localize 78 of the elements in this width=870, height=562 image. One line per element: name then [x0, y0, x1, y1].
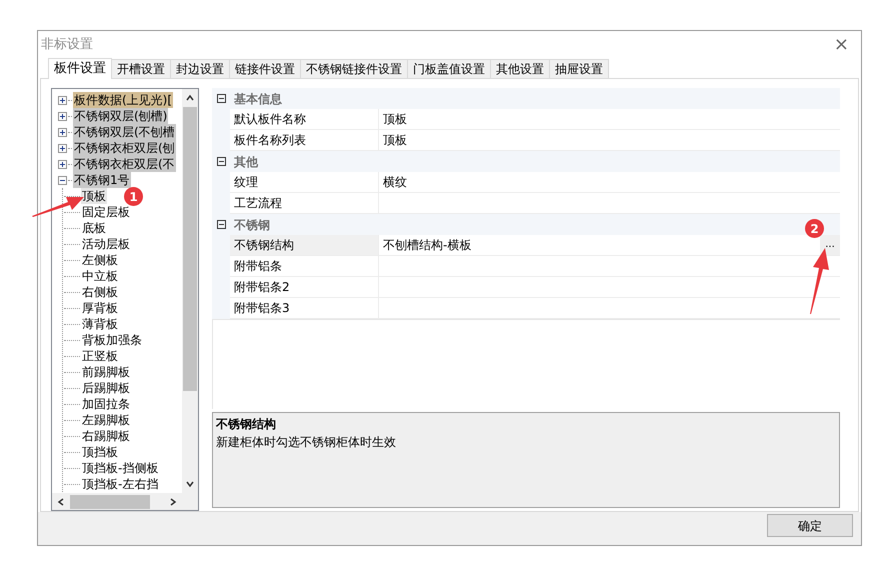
tree-item[interactable]: 不锈钢衣柜双层(不 — [73, 156, 176, 172]
tree-item[interactable]: 固定层板 — [81, 204, 131, 220]
description-text: 新建柜体时勾选不锈钢柜体时生效 — [216, 434, 397, 451]
tree-item[interactable]: 不锈钢双层(刨槽) — [73, 108, 168, 124]
value-cell[interactable]: 横纹 — [379, 172, 840, 193]
tree-item[interactable]: 加固拉条 — [81, 396, 131, 412]
property-name[interactable]: 附带铝条 — [230, 256, 379, 277]
property-name[interactable]: 不锈钢结构 — [230, 235, 379, 256]
tree-item[interactable]: 薄背板 — [81, 316, 119, 332]
value-cell[interactable]: 不刨槽结构-横板 ... — [379, 235, 840, 256]
tree-item[interactable]: 厚背板 — [81, 300, 119, 316]
property-name[interactable]: 纹理 — [230, 172, 379, 193]
tree-item[interactable]: 顶挡板-挡侧板 — [81, 460, 160, 476]
property-value[interactable]: 顶板 — [379, 131, 407, 149]
scroll-down-icon[interactable] — [185, 479, 195, 489]
property-value[interactable]: 不刨槽结构-横板 — [379, 236, 472, 254]
expand-icon[interactable] — [58, 144, 67, 152]
property-value[interactable]: 顶板 — [379, 110, 407, 128]
category-label[interactable]: 其他 — [230, 152, 258, 170]
category-label[interactable]: 基本信息 — [230, 90, 282, 108]
tab[interactable]: 链接件设置 — [230, 59, 301, 78]
tree-item[interactable]: 不锈钢双层(不刨槽 — [73, 124, 176, 140]
tree-item[interactable]: 前踢脚板 — [81, 364, 131, 380]
property-name[interactable]: 板件名称列表 — [230, 130, 379, 151]
collapse-icon[interactable] — [216, 220, 226, 229]
tab[interactable]: 抽屉设置 — [550, 59, 609, 78]
tree-item[interactable]: 底板 — [81, 220, 107, 236]
ellipsis-button[interactable]: ... — [820, 235, 840, 255]
tree-item[interactable]: 右侧板 — [81, 284, 119, 300]
category-label[interactable]: 不锈钢 — [230, 216, 270, 234]
tree-item[interactable]: 顶挡板-左右挡 — [81, 476, 160, 492]
tab[interactable]: 开槽设置 — [112, 59, 171, 78]
scroll-left-icon[interactable] — [56, 496, 66, 506]
value-cell[interactable] — [379, 256, 840, 277]
property-name[interactable]: 附带铝条3 — [230, 298, 379, 319]
tree-item[interactable]: 板件数据(上见光)[ — [73, 92, 174, 108]
property-name[interactable]: 附带铝条2 — [230, 277, 379, 298]
expand-icon[interactable] — [58, 160, 67, 168]
tree-item[interactable]: 正竖板 — [81, 348, 119, 364]
tab[interactable]: 其他设置 — [491, 59, 550, 78]
scrollbar-thumb[interactable] — [183, 107, 197, 391]
scrollbar-thumb[interactable] — [70, 494, 150, 508]
tab[interactable]: 封边设置 — [171, 59, 230, 78]
tree-item[interactable]: 左踢脚板 — [81, 412, 131, 428]
value-cell[interactable]: 顶板 — [379, 130, 840, 151]
tab[interactable]: 门板盖值设置 — [408, 59, 491, 78]
tab[interactable]: 不锈钢链接件设置 — [301, 59, 408, 78]
expand-icon[interactable] — [58, 128, 67, 136]
horizontal-scrollbar[interactable] — [52, 493, 198, 510]
window-title: 非标设置 — [41, 36, 93, 54]
value-cell[interactable] — [379, 277, 840, 298]
collapse-icon[interactable] — [58, 176, 67, 184]
close-button[interactable]: × — [830, 36, 853, 54]
tab[interactable]: 板件设置 — [48, 58, 112, 79]
collapse-icon[interactable] — [216, 94, 226, 103]
value-cell[interactable]: 顶板 — [379, 109, 840, 130]
tree-item[interactable]: 右踢脚板 — [81, 428, 131, 444]
expand-icon[interactable] — [58, 96, 67, 104]
tree-item[interactable]: 左侧板 — [81, 252, 119, 268]
ok-button[interactable]: 确定 — [767, 514, 853, 537]
property-value[interactable]: 横纹 — [379, 173, 407, 191]
property-name[interactable]: 默认板件名称 — [230, 109, 379, 130]
scroll-right-icon[interactable] — [168, 496, 178, 506]
vertical-scrollbar[interactable] — [182, 89, 198, 493]
tree-item[interactable]: 顶板 — [81, 188, 107, 204]
tree-item[interactable]: 活动层板 — [81, 236, 131, 252]
property-name[interactable]: 工艺流程 — [230, 193, 379, 214]
tree-item[interactable]: 中立板 — [81, 268, 119, 284]
expand-icon[interactable] — [58, 112, 67, 120]
tree-item[interactable]: 顶挡板 — [81, 444, 119, 460]
tree-item[interactable]: 不锈钢衣柜双层(刨 — [73, 140, 176, 156]
value-cell[interactable] — [379, 298, 840, 319]
tree-item[interactable]: 后踢脚板 — [81, 380, 131, 396]
scroll-up-icon[interactable] — [185, 93, 195, 103]
tree-item[interactable]: 背板加强条 — [81, 332, 143, 348]
description-title: 不锈钢结构 — [216, 416, 277, 433]
tree-item[interactable]: 不锈钢1号 — [73, 172, 131, 188]
collapse-icon[interactable] — [216, 157, 226, 166]
